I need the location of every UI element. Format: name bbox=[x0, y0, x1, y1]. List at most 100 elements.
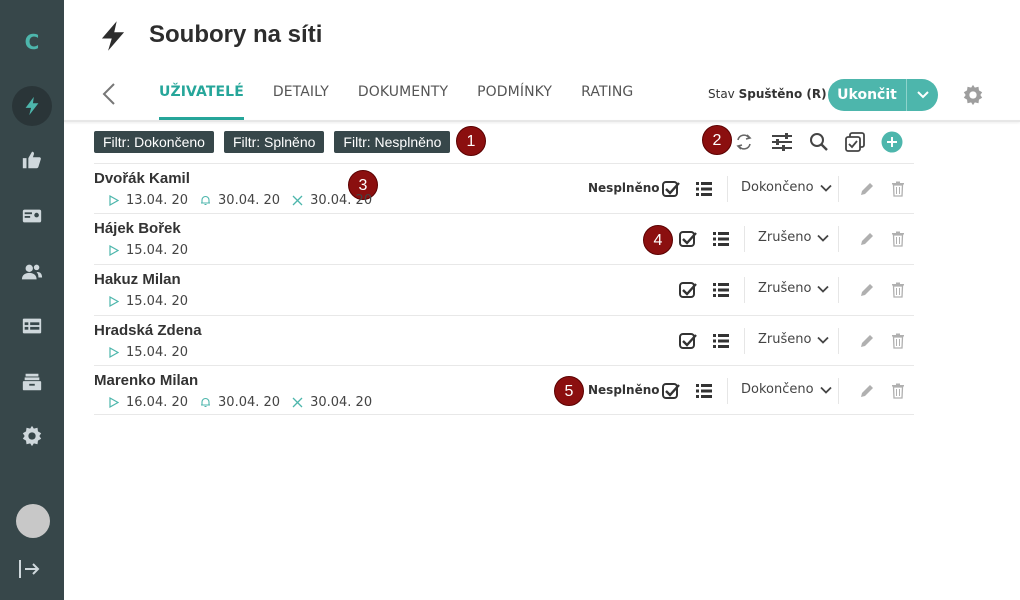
chevron-down-icon bbox=[817, 336, 830, 344]
table-icon bbox=[22, 318, 42, 334]
row-status-dropdown[interactable]: Dokončeno bbox=[741, 382, 832, 397]
chevron-down-icon bbox=[817, 285, 830, 293]
sidebar-item-archive[interactable] bbox=[12, 362, 52, 402]
sidebar-item-cards[interactable] bbox=[12, 196, 52, 236]
pencil-icon[interactable] bbox=[859, 383, 875, 399]
tab-users[interactable]: UŽIVATELÉ bbox=[159, 84, 244, 120]
select-all-button[interactable] bbox=[843, 130, 867, 154]
row-status-dropdown[interactable]: Zrušeno bbox=[758, 332, 830, 347]
status-value: Spuštěno (R) bbox=[738, 87, 827, 101]
id-card-icon bbox=[22, 209, 42, 223]
end-button-group: Ukončit bbox=[828, 79, 938, 111]
refresh-icon bbox=[736, 134, 752, 150]
checkbox-icon[interactable] bbox=[679, 281, 697, 299]
chevron-down-icon bbox=[817, 234, 830, 242]
checkbox-icon[interactable] bbox=[679, 230, 697, 248]
list-icon[interactable] bbox=[712, 332, 730, 350]
trash-icon[interactable] bbox=[891, 333, 905, 349]
trash-icon[interactable] bbox=[891, 383, 905, 399]
refresh-button[interactable] bbox=[732, 130, 756, 154]
checkbox-icon[interactable] bbox=[662, 180, 680, 198]
list-icon[interactable] bbox=[695, 180, 713, 198]
table-row[interactable]: Dvořák Kamil 13.04. 20 30.04. 20 30.04. … bbox=[94, 163, 914, 213]
add-user-button[interactable] bbox=[880, 130, 904, 154]
archive-icon bbox=[22, 373, 42, 391]
row-dates: 16.04. 20 30.04. 20 30.04. 20 bbox=[108, 395, 384, 410]
sidebar: C bbox=[0, 0, 64, 600]
table-row[interactable]: Hájek Bořek 15.04. 20 Zrušeno bbox=[94, 213, 914, 263]
annotation-badge-2: 2 bbox=[702, 125, 732, 155]
app: C Soubory na síti UŽIVATELÉ DETAILY DOKU… bbox=[0, 0, 1020, 600]
reminder-date: 30.04. 20 bbox=[218, 395, 281, 410]
start-date: 15.04. 20 bbox=[126, 345, 189, 360]
filter-chip-fulfilled[interactable]: Filtr: Splněno bbox=[223, 131, 325, 153]
sidebar-item-bolt[interactable] bbox=[12, 86, 52, 126]
trash-icon[interactable] bbox=[891, 181, 905, 197]
list-icon[interactable] bbox=[712, 281, 730, 299]
bolt-icon bbox=[25, 96, 39, 116]
checkbox-icon[interactable] bbox=[662, 382, 680, 400]
row-dates: 15.04. 20 bbox=[108, 294, 200, 309]
row-status-dropdown[interactable]: Zrušeno bbox=[758, 281, 830, 296]
trash-icon[interactable] bbox=[891, 282, 905, 298]
row-separator bbox=[727, 176, 728, 202]
tab-rating[interactable]: RATING bbox=[581, 84, 633, 120]
list-icon[interactable] bbox=[712, 230, 730, 248]
row-separator bbox=[838, 328, 839, 354]
dropdown-value: Dokončeno bbox=[741, 180, 814, 195]
sidebar-item-users[interactable] bbox=[12, 252, 52, 292]
bell-icon bbox=[201, 397, 211, 408]
pencil-icon[interactable] bbox=[859, 181, 875, 197]
settings-gear-icon[interactable] bbox=[962, 84, 984, 106]
end-button-dropdown[interactable] bbox=[907, 79, 938, 111]
play-icon bbox=[109, 347, 119, 358]
play-icon bbox=[109, 397, 119, 408]
row-separator bbox=[744, 328, 745, 354]
reminder-date: 30.04. 20 bbox=[218, 193, 281, 208]
close-icon bbox=[292, 195, 303, 206]
tab-details[interactable]: DETAILY bbox=[273, 84, 329, 120]
row-name: Hakuz Milan bbox=[94, 271, 181, 288]
pencil-icon[interactable] bbox=[859, 282, 875, 298]
row-status-dropdown[interactable]: Dokončeno bbox=[741, 180, 832, 195]
filter-settings-button[interactable] bbox=[770, 130, 794, 154]
sidebar-item-settings[interactable] bbox=[12, 416, 52, 456]
dropdown-value: Zrušeno bbox=[758, 332, 812, 347]
row-dates: 15.04. 20 bbox=[108, 243, 200, 258]
sidebar-item-rating[interactable] bbox=[12, 140, 52, 180]
row-name: Hájek Bořek bbox=[94, 220, 181, 237]
table-row[interactable]: Hakuz Milan 15.04. 20 Zrušeno bbox=[94, 264, 914, 314]
tab-documents[interactable]: DOKUMENTY bbox=[358, 84, 448, 120]
dropdown-value: Zrušeno bbox=[758, 230, 812, 245]
end-date: 30.04. 20 bbox=[310, 395, 373, 410]
row-dates: 13.04. 20 30.04. 20 30.04. 20 bbox=[108, 193, 384, 208]
filter-chip-completed[interactable]: Filtr: Dokončeno bbox=[94, 131, 214, 153]
row-state: Nesplněno bbox=[588, 383, 660, 397]
back-chevron-icon[interactable] bbox=[100, 82, 120, 106]
logout-icon[interactable] bbox=[18, 558, 42, 580]
row-name: Dvořák Kamil bbox=[94, 170, 190, 187]
header: Soubory na síti UŽIVATELÉ DETAILY DOKUME… bbox=[64, 0, 1020, 120]
tab-conditions[interactable]: PODMÍNKY bbox=[477, 84, 552, 120]
pencil-icon[interactable] bbox=[859, 231, 875, 247]
table-row[interactable]: Hradská Zdena 15.04. 20 Zrušeno bbox=[94, 315, 914, 365]
list-icon[interactable] bbox=[695, 382, 713, 400]
app-logo[interactable]: C bbox=[0, 30, 64, 54]
table-row[interactable]: Marenko Milan 16.04. 20 30.04. 20 30.04.… bbox=[94, 365, 914, 415]
bell-icon bbox=[201, 195, 211, 206]
avatar[interactable] bbox=[16, 504, 50, 538]
row-separator bbox=[838, 378, 839, 404]
plus-circle-icon bbox=[881, 131, 903, 153]
pencil-icon[interactable] bbox=[859, 333, 875, 349]
search-button[interactable] bbox=[807, 130, 831, 154]
dropdown-value: Dokončeno bbox=[741, 382, 814, 397]
sidebar-item-table[interactable] bbox=[12, 306, 52, 346]
header-divider bbox=[64, 120, 1020, 122]
checkbox-icon[interactable] bbox=[679, 332, 697, 350]
multi-check-icon bbox=[845, 132, 865, 152]
row-status-dropdown[interactable]: Zrušeno bbox=[758, 230, 830, 245]
filter-chip-unfulfilled[interactable]: Filtr: Nesplněno bbox=[334, 131, 451, 153]
play-icon bbox=[109, 296, 119, 307]
end-button[interactable]: Ukončit bbox=[828, 79, 907, 111]
trash-icon[interactable] bbox=[891, 231, 905, 247]
